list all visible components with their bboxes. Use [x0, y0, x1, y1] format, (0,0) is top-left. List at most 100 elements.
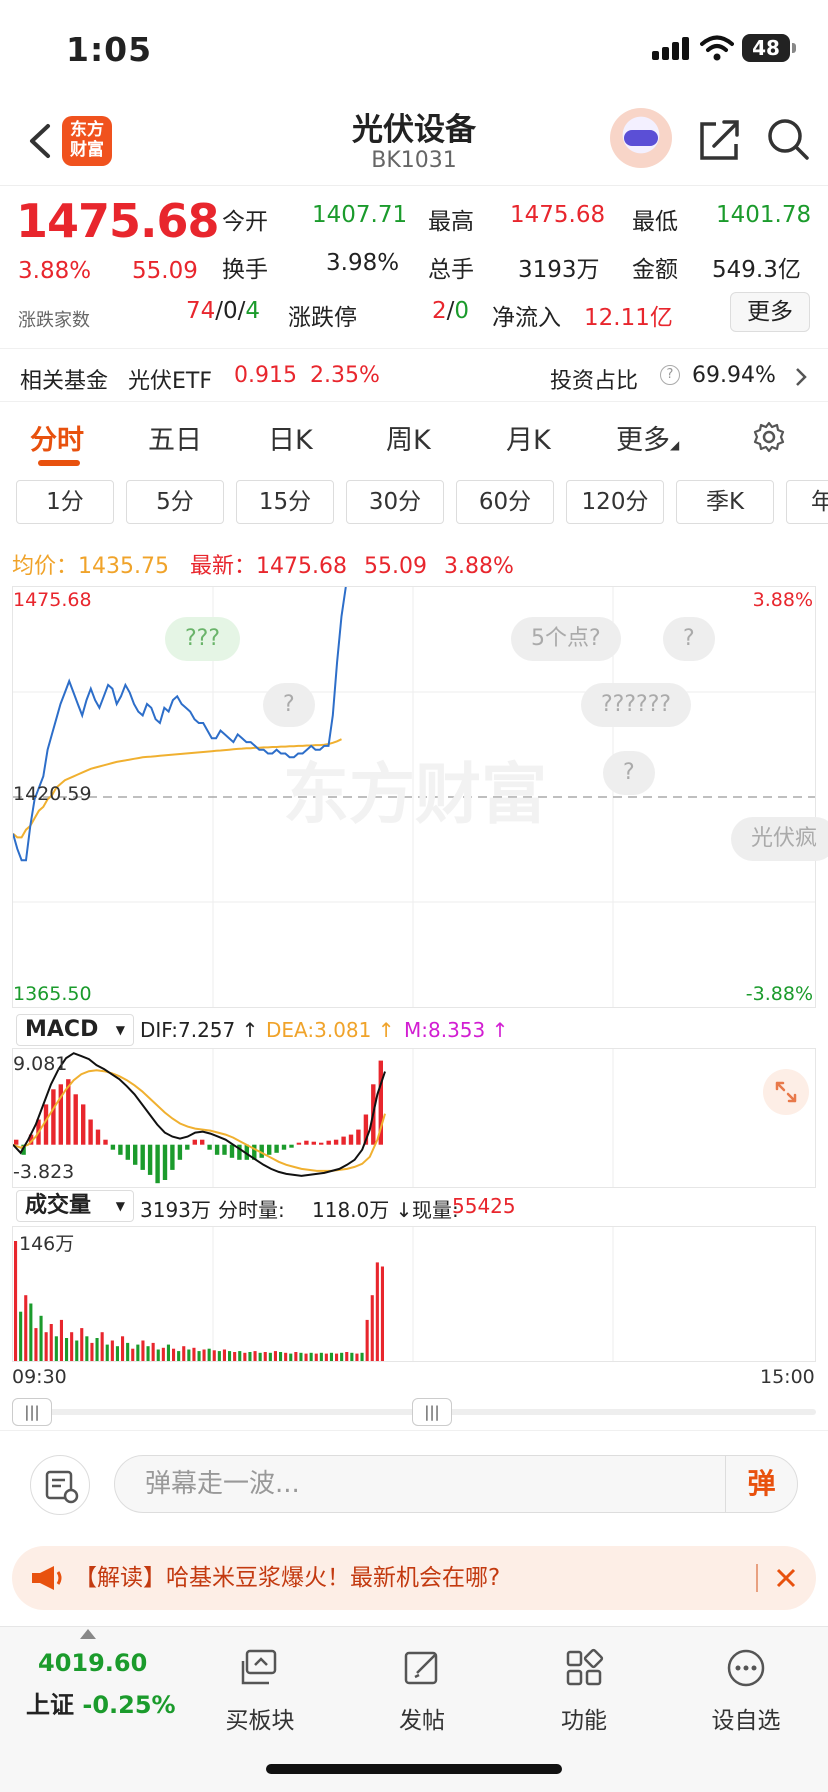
volume-bar [375, 1262, 379, 1361]
settings-gear-icon[interactable] [752, 420, 786, 454]
macd-histogram-bar [222, 1144, 227, 1155]
macd-histogram-bar [73, 1094, 78, 1145]
chart-tabs: 分时 五日 日K 周K 月K 更多◢ [0, 402, 828, 474]
danmu-bubble[interactable]: ?????? [581, 683, 692, 727]
volume-bar [350, 1352, 354, 1361]
nav-buy-sector[interactable]: 买板块 [200, 1647, 320, 1735]
macd-histogram-bar [103, 1139, 108, 1145]
nav-functions[interactable]: 功能 [524, 1647, 644, 1735]
help-icon[interactable]: ? [660, 365, 680, 385]
share-icon[interactable] [698, 116, 740, 162]
tab-intraday[interactable]: 分时 [30, 418, 84, 457]
volume-bar [319, 1352, 323, 1361]
nav-add-watchlist-label: 设自选 [711, 1708, 781, 1734]
period-5min[interactable]: 5分 [126, 480, 224, 524]
macd-histogram-bar [125, 1144, 130, 1160]
search-icon[interactable] [766, 116, 810, 162]
ai-assistant-icon[interactable] [610, 108, 672, 168]
danmu-bubble[interactable]: ? [663, 617, 715, 661]
ratio-value: 69.94% [692, 363, 776, 388]
fund-price: 0.915 [234, 363, 297, 388]
tab-more[interactable]: 更多◢ [616, 418, 679, 457]
period-60min[interactable]: 60分 [456, 480, 554, 524]
nav-add-watchlist[interactable]: 设自选 [686, 1647, 806, 1735]
tab-daily-k[interactable]: 日K [268, 418, 313, 457]
macd-chart-svg [13, 1049, 614, 1187]
volume-bar [365, 1319, 369, 1361]
volume-bar [294, 1352, 298, 1361]
macd-histogram-bar [95, 1129, 101, 1145]
period-120min[interactable]: 120分 [566, 480, 664, 524]
avg-label: 均价： [12, 554, 79, 579]
period-year-k[interactable]: 年 [786, 480, 828, 524]
danmu-bubble[interactable]: 光伏疯 [731, 817, 828, 861]
caret-up-icon [80, 1629, 96, 1639]
volume-select[interactable]: 成交量 ▼ [16, 1190, 134, 1222]
avg-value: 1435.75 [78, 554, 169, 579]
danmu-bubble[interactable]: 5个点? [511, 617, 621, 661]
volume-bar [136, 1344, 140, 1361]
volume-bar [197, 1351, 201, 1361]
volume-bar [141, 1340, 145, 1361]
tab-five-day[interactable]: 五日 [148, 418, 202, 457]
volume-chart[interactable]: 146万 [12, 1226, 816, 1362]
quote-panel: 1475.68 3.88% 55.09 今开 1407.71 最高 1475.6… [0, 186, 828, 336]
volume-bar [243, 1352, 247, 1361]
banner-divider [756, 1564, 758, 1592]
macd-histogram-bar [207, 1144, 212, 1150]
volume-bar [279, 1352, 283, 1361]
volume-bar [192, 1347, 196, 1361]
more-button[interactable]: 更多 [730, 292, 810, 332]
volume-bar [54, 1336, 58, 1361]
nav-buy-sector-label: 买板块 [225, 1708, 295, 1734]
change-pct: 3.88% [18, 258, 92, 284]
macd-histogram-bar [348, 1134, 354, 1145]
macd-histogram-bar [333, 1139, 339, 1145]
macd-histogram-bar [133, 1144, 138, 1165]
close-icon[interactable] [774, 1566, 798, 1590]
volume-bar [324, 1353, 328, 1361]
danmu-bubble[interactable]: ? [603, 751, 655, 795]
danmu-send-button[interactable]: 弹 [725, 1456, 797, 1512]
index-value[interactable]: 4019.60 [38, 1649, 147, 1677]
macd-chart[interactable]: 9.081 -3.823 [12, 1048, 816, 1188]
danmu-bar: 弹幕走一波... 弹 [0, 1430, 828, 1534]
danmu-settings-icon[interactable] [30, 1455, 90, 1515]
intraday-chart[interactable]: 东方财富 1475.68 1420.59 1365.50 3.88% -3.88… [12, 586, 828, 1008]
volume-bar [248, 1352, 252, 1361]
macd-histogram-bar [200, 1139, 205, 1145]
macd-histogram-bar [274, 1144, 279, 1153]
tab-monthly-k[interactable]: 月K [506, 418, 551, 457]
period-15min[interactable]: 15分 [236, 480, 334, 524]
price-legend: 均价：1435.75 最新：1475.68 55.09 3.88% [12, 548, 514, 580]
volume-bar [238, 1351, 242, 1361]
macd-histogram-bar [110, 1144, 116, 1150]
open-label: 今开 [222, 209, 268, 235]
related-fund-row[interactable]: 相关基金 光伏ETF 0.915 2.35% 投资占比 ? 69.94% [0, 348, 828, 402]
danmu-bubble[interactable]: ? [263, 683, 315, 727]
low-label: 最低 [632, 209, 678, 235]
megaphone-icon [32, 1566, 62, 1590]
range-slider[interactable]: ||| ||| [12, 1398, 816, 1426]
period-quarter-k[interactable]: 季K [676, 480, 774, 524]
nav-post[interactable]: 发帖 [362, 1647, 482, 1735]
indicator-select[interactable]: MACD ▼ [16, 1014, 134, 1046]
more-dots-icon [727, 1649, 765, 1687]
danmu-input[interactable]: 弹幕走一波... 弹 [114, 1455, 798, 1513]
low-value: 1401.78 [716, 202, 812, 228]
tab-weekly-k[interactable]: 周K [386, 418, 431, 457]
volume-bar [49, 1324, 53, 1361]
slider-handle-left[interactable]: ||| [12, 1398, 52, 1426]
volume-bar [105, 1344, 109, 1361]
period-30min[interactable]: 30分 [346, 480, 444, 524]
news-banner[interactable]: 【解读】哈基米豆浆爆火！最新机会在哪? [12, 1546, 816, 1610]
volume-bar [360, 1352, 364, 1361]
volume-header: 成交量 ▼ 3193万 分时量: 118.0万 ↓ 现量: 55425 [12, 1188, 816, 1224]
slider-handle-right[interactable]: ||| [412, 1398, 452, 1426]
volume-bar [172, 1348, 176, 1361]
volume-bar [34, 1328, 38, 1361]
period-1min[interactable]: 1分 [16, 480, 114, 524]
expand-icon[interactable] [763, 1069, 809, 1115]
index-ticker[interactable]: 上证 -0.25% [26, 1685, 176, 1720]
danmu-bubble[interactable]: ??? [165, 617, 241, 661]
